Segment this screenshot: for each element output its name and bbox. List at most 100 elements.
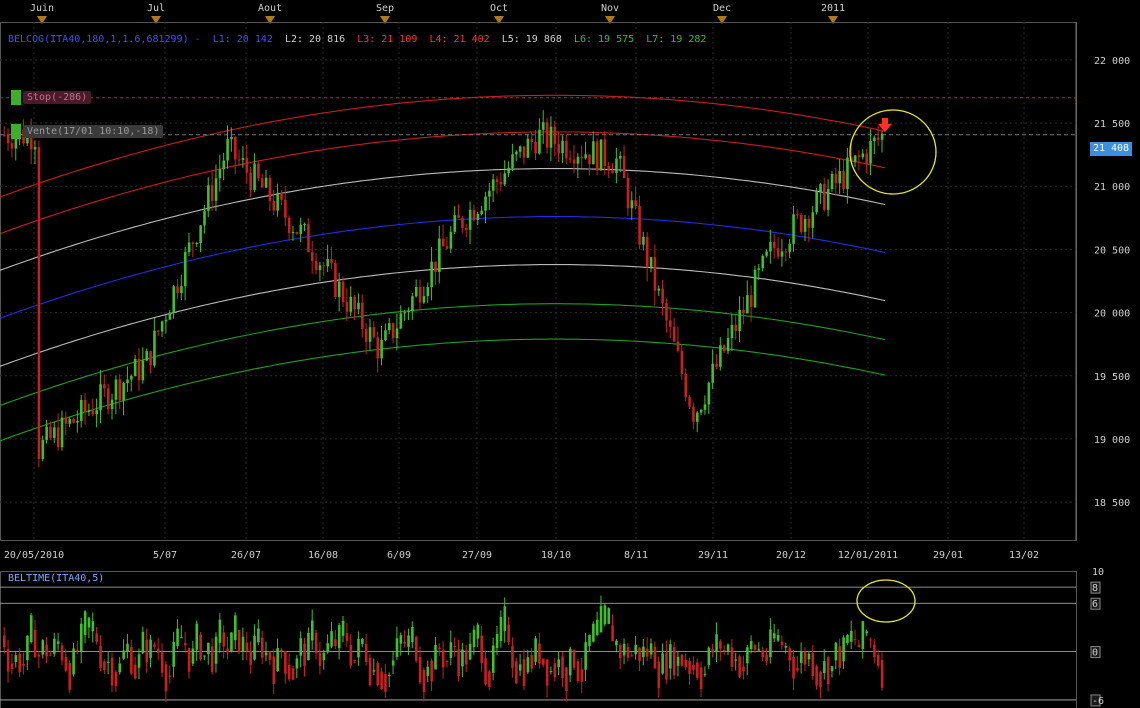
candle-body bbox=[307, 224, 310, 253]
candle-body bbox=[106, 388, 110, 410]
oscillator-bar bbox=[18, 653, 21, 673]
candle-body bbox=[237, 159, 241, 161]
oscillator-bar bbox=[299, 638, 303, 656]
candle-body bbox=[191, 242, 195, 245]
candle-body bbox=[580, 156, 584, 159]
oscillator-bar bbox=[665, 652, 668, 680]
oscillator-bar bbox=[241, 636, 245, 652]
candle-body bbox=[210, 185, 214, 201]
oscillator-bar bbox=[757, 649, 761, 651]
candle-body bbox=[491, 179, 495, 191]
candle-body bbox=[303, 224, 306, 226]
oscillator-bar bbox=[172, 642, 175, 667]
oscillator-bar bbox=[357, 638, 360, 658]
candle-body bbox=[599, 139, 603, 171]
oscillator-bar bbox=[488, 671, 491, 688]
candle-body bbox=[234, 137, 237, 160]
candle-body bbox=[214, 178, 218, 201]
candle-body bbox=[638, 205, 641, 245]
candle-body bbox=[33, 147, 37, 150]
oscillator-bar bbox=[276, 648, 279, 672]
oscillator-bar bbox=[87, 617, 91, 628]
candle-body bbox=[634, 200, 637, 206]
candle-body bbox=[103, 384, 106, 389]
oscillator-bar bbox=[696, 662, 699, 678]
oscillator-bar bbox=[295, 658, 299, 669]
oscillator-bar bbox=[361, 638, 364, 644]
candle-body bbox=[45, 426, 48, 440]
candle-body bbox=[538, 129, 541, 154]
oscillator-bar bbox=[83, 611, 87, 635]
stop-tag[interactable]: Stop(-286) bbox=[11, 90, 92, 105]
oscillator-bar bbox=[553, 663, 557, 678]
oscillator-bar bbox=[522, 659, 526, 687]
candle-body bbox=[784, 251, 788, 253]
oscillator-bar bbox=[823, 661, 826, 673]
candle-body bbox=[218, 169, 222, 179]
oscillator-bar bbox=[145, 639, 149, 663]
candle-body bbox=[788, 243, 791, 252]
candle-body bbox=[680, 350, 684, 374]
candle-body bbox=[834, 173, 838, 184]
candle-body bbox=[511, 154, 514, 168]
oscillator-bar bbox=[503, 606, 507, 631]
sell-tag[interactable]: Vente(17/01 10:10,-18) bbox=[11, 124, 164, 139]
candle-body bbox=[823, 184, 826, 210]
oscillator-bar bbox=[218, 619, 222, 643]
candle-body bbox=[576, 156, 580, 164]
candle-body bbox=[430, 261, 433, 288]
candle-body bbox=[388, 323, 391, 331]
oscillator-bar bbox=[203, 655, 206, 657]
y-tick-label: 21 500 bbox=[1094, 119, 1130, 130]
candle-body bbox=[584, 154, 587, 159]
oscillator-bar bbox=[561, 656, 564, 679]
oscillator-bar bbox=[130, 646, 133, 674]
oscillator-bar bbox=[834, 642, 838, 661]
price-chart[interactable]: 18 500 19 000 19 500 20 000 20 500 21 000 21 5… bbox=[0, 0, 1140, 708]
oscillator-bar bbox=[91, 621, 95, 632]
candle-body bbox=[626, 178, 630, 209]
y-tick-label: 19 000 bbox=[1094, 435, 1130, 446]
candle-body bbox=[661, 288, 664, 304]
candle-body bbox=[488, 190, 491, 197]
candle-body bbox=[41, 439, 45, 459]
candle-body bbox=[249, 172, 252, 190]
candle-body bbox=[542, 122, 545, 130]
candle-body bbox=[268, 177, 272, 201]
candle-body bbox=[749, 295, 753, 308]
candle-body bbox=[380, 340, 383, 359]
candle-body bbox=[622, 156, 626, 179]
candle-body bbox=[272, 200, 276, 211]
oscillator-bar bbox=[518, 664, 522, 671]
oscillator-bar bbox=[330, 631, 333, 647]
candle-body bbox=[568, 158, 572, 160]
oscillator-bar bbox=[634, 644, 637, 655]
candle-body bbox=[341, 281, 345, 303]
candle-body bbox=[118, 379, 122, 401]
oscillator-bar bbox=[607, 608, 611, 624]
candle-body bbox=[253, 163, 256, 190]
oscillator-bar bbox=[311, 620, 314, 641]
oscillator-bar bbox=[430, 660, 433, 682]
oscillator-bar bbox=[468, 643, 472, 660]
candle-body bbox=[588, 154, 591, 165]
oscillator-bar bbox=[873, 644, 876, 658]
candle-body bbox=[857, 155, 861, 158]
indicator-l6: L6: 19 575 bbox=[573, 34, 635, 45]
candle-body bbox=[241, 158, 245, 161]
oscillator-bar bbox=[60, 645, 64, 661]
candle-body bbox=[642, 236, 645, 245]
oscillator-bar bbox=[322, 652, 326, 661]
candle-body bbox=[53, 427, 56, 438]
candle-body bbox=[561, 140, 564, 154]
candle-body bbox=[742, 309, 745, 314]
candle-body bbox=[153, 330, 156, 366]
oscillator-bar bbox=[622, 643, 626, 656]
oscillator-bar bbox=[530, 654, 534, 669]
oscillator-bar bbox=[384, 674, 387, 692]
x-tick-label: 5/07 bbox=[153, 550, 177, 561]
oscillator-bar bbox=[626, 646, 630, 658]
oscillator-bar bbox=[692, 664, 695, 670]
oscillator-bar bbox=[368, 657, 372, 685]
oscillator-bar bbox=[176, 628, 179, 646]
